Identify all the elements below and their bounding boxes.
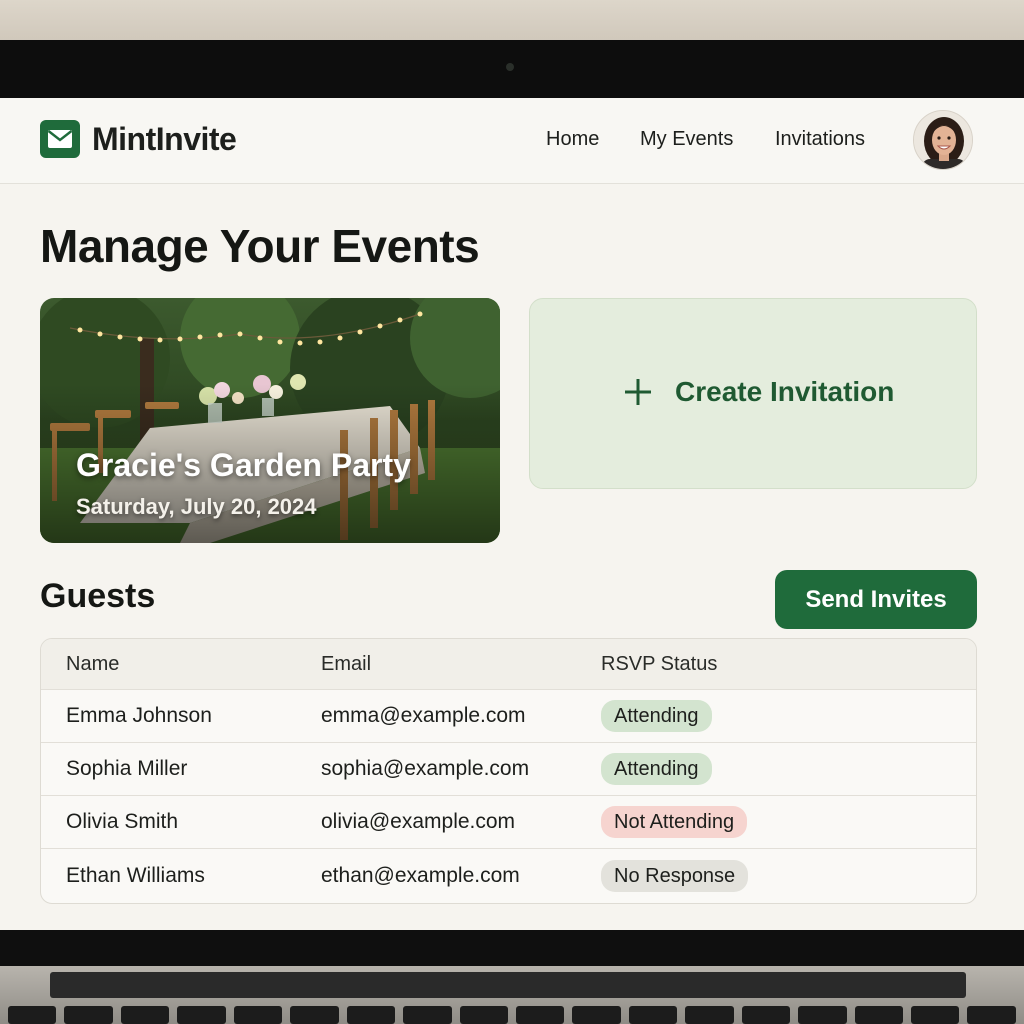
plus-icon <box>625 379 651 405</box>
column-header-rsvp[interactable]: RSVP Status <box>601 639 717 689</box>
background-wall <box>0 0 1024 44</box>
guest-table: Name Email RSVP Status Emma Johnson emma… <box>40 638 977 904</box>
status-badge: No Response <box>601 859 749 892</box>
table-row[interactable]: Sophia Miller sophia@example.com Attendi… <box>41 743 976 796</box>
table-header-row: Name Email RSVP Status <box>41 639 976 690</box>
envelope-icon <box>40 120 80 158</box>
table-row[interactable]: Emma Johnson emma@example.com Attending <box>41 690 976 743</box>
user-avatar[interactable] <box>913 110 973 170</box>
guests-section-title: Guests <box>40 577 156 615</box>
rsvp-cell: Attending <box>601 690 712 742</box>
status-badge: Attending <box>601 753 712 785</box>
guest-email: olivia@example.com <box>321 810 516 833</box>
guest-name: Ethan Williams <box>66 863 205 887</box>
column-header-name[interactable]: Name <box>66 639 119 689</box>
nav-invitations[interactable]: Invitations <box>775 126 865 152</box>
status-badge: Attending <box>601 700 712 732</box>
laptop-hinge <box>50 972 966 998</box>
guest-name: Sophia Miller <box>66 757 188 780</box>
keyboard-row <box>0 1006 1024 1024</box>
table-row[interactable]: Olivia Smith olivia@example.com Not Atte… <box>41 796 976 849</box>
column-header-email[interactable]: Email <box>321 639 371 689</box>
page-title: Manage Your Events <box>40 220 480 272</box>
guest-email: ethan@example.com <box>321 863 520 887</box>
guest-email: emma@example.com <box>321 704 526 727</box>
rsvp-cell: Attending <box>601 743 712 795</box>
guest-name: Olivia Smith <box>66 810 179 833</box>
guest-name: Emma Johnson <box>66 704 212 727</box>
guest-email: sophia@example.com <box>321 757 530 780</box>
status-badge: Not Attending <box>601 806 748 838</box>
screen-bezel-bottom <box>0 930 1024 970</box>
send-invites-button[interactable]: Send Invites <box>775 570 977 629</box>
create-invitation-label: Create Invitation <box>675 376 895 407</box>
rsvp-cell: No Response <box>601 849 749 902</box>
webcam-icon <box>506 63 514 71</box>
event-title: Gracie's Garden Party <box>76 447 411 483</box>
nav-home[interactable]: Home <box>546 126 599 152</box>
brand-name[interactable]: MintInvite <box>92 120 237 158</box>
create-invitation-button[interactable]: Create Invitation <box>529 298 977 489</box>
rsvp-cell: Not Attending <box>601 796 748 848</box>
top-navbar: MintInvite Home My Events Invitations <box>0 98 1024 184</box>
table-row[interactable]: Ethan Williams ethan@example.com No Resp… <box>41 849 976 902</box>
event-card[interactable]: Gracie's Garden Party Saturday, July 20,… <box>40 298 500 543</box>
app-window: MintInvite Home My Events Invitations Ma… <box>0 98 1024 930</box>
event-date: Saturday, July 20, 2024 <box>76 494 317 519</box>
nav-my-events[interactable]: My Events <box>640 126 733 152</box>
